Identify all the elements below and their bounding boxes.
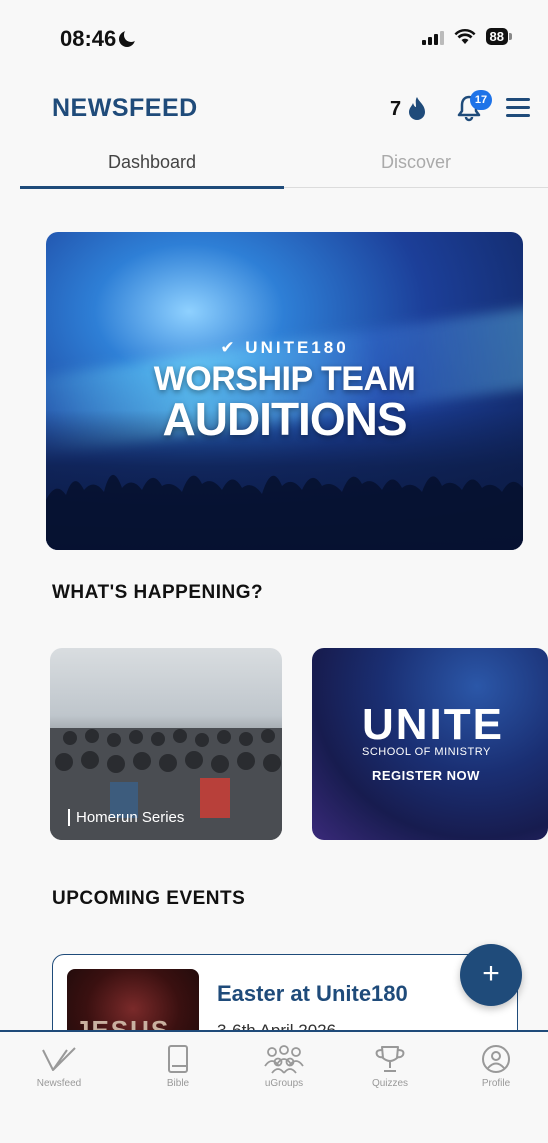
wifi-icon (454, 28, 476, 44)
status-time: 08:46 (60, 26, 139, 52)
app-header: NEWSFEED 7 17 (0, 84, 548, 134)
trophy-icon (375, 1046, 405, 1072)
tab-discover[interactable]: Discover (284, 152, 548, 173)
moon-icon (119, 28, 139, 47)
worship-auditions-banner[interactable]: ✔ UNITE180 WORSHIP TEAM AUDITIONS (46, 232, 523, 550)
nav-quizzes[interactable]: Quizzes (345, 1044, 435, 1089)
clock-text: 08:46 (60, 26, 117, 51)
banner-brand: ✔ UNITE180 (220, 338, 349, 357)
card-label: Homerun Series (68, 809, 184, 826)
streak-count: 7 (390, 97, 402, 120)
nav-ugroups[interactable]: uGroups (239, 1044, 329, 1089)
nav-newsfeed[interactable]: Newsfeed (14, 1044, 104, 1089)
status-bar: 08:46 88 (0, 0, 548, 80)
section-title-upcoming-events: UPCOMING EVENTS (52, 888, 246, 909)
nav-label: Profile (481, 1078, 511, 1089)
battery-icon: 88 (485, 28, 512, 45)
profile-icon (482, 1045, 510, 1073)
active-tab-indicator (20, 186, 284, 189)
tab-dashboard[interactable]: Dashboard (20, 152, 284, 173)
groups-icon (264, 1045, 304, 1074)
unite-school-of-ministry-card[interactable]: UNITE SCHOOL OF MINISTRY REGISTER NOW (312, 648, 548, 840)
status-indicators: 88 (421, 28, 512, 45)
plus-icon: + (482, 957, 500, 990)
streak-counter[interactable]: 7 (390, 96, 427, 122)
nav-bible[interactable]: Bible (133, 1044, 223, 1089)
notification-badge: 17 (470, 90, 492, 110)
page-title: NEWSFEED (52, 94, 198, 122)
nav-profile[interactable]: Profile (451, 1044, 541, 1089)
nav-label: Bible (166, 1078, 190, 1089)
tab-bar: Dashboard Discover (20, 142, 548, 189)
section-title-whats-happening: WHAT'S HAPPENING? (52, 582, 264, 603)
battery-level: 88 (485, 28, 508, 45)
bible-icon (168, 1045, 188, 1073)
bottom-navigation: Newsfeed Bible uGroups Quizzes Profile (0, 1030, 548, 1143)
cellular-signal-icon (421, 29, 444, 45)
banner-subheadline: AUDITIONS (162, 393, 408, 445)
unite-subtitle: SCHOOL OF MINISTRY (362, 746, 491, 758)
nav-label: Quizzes (371, 1078, 409, 1089)
event-title: Easter at Unite180 (217, 981, 408, 1006)
newsfeed-icon (42, 1047, 76, 1071)
unite-headline: UNITE (362, 700, 504, 749)
nav-label: uGroups (264, 1078, 304, 1089)
nav-label: Newsfeed (36, 1078, 82, 1089)
add-button[interactable]: + (460, 944, 522, 1006)
hamburger-menu-icon[interactable] (506, 98, 530, 118)
banner-brand-text: UNITE180 (245, 338, 349, 357)
flame-icon (409, 97, 426, 120)
homerun-series-card[interactable]: Homerun Series (50, 648, 282, 840)
register-now-label: REGISTER NOW (372, 768, 480, 783)
